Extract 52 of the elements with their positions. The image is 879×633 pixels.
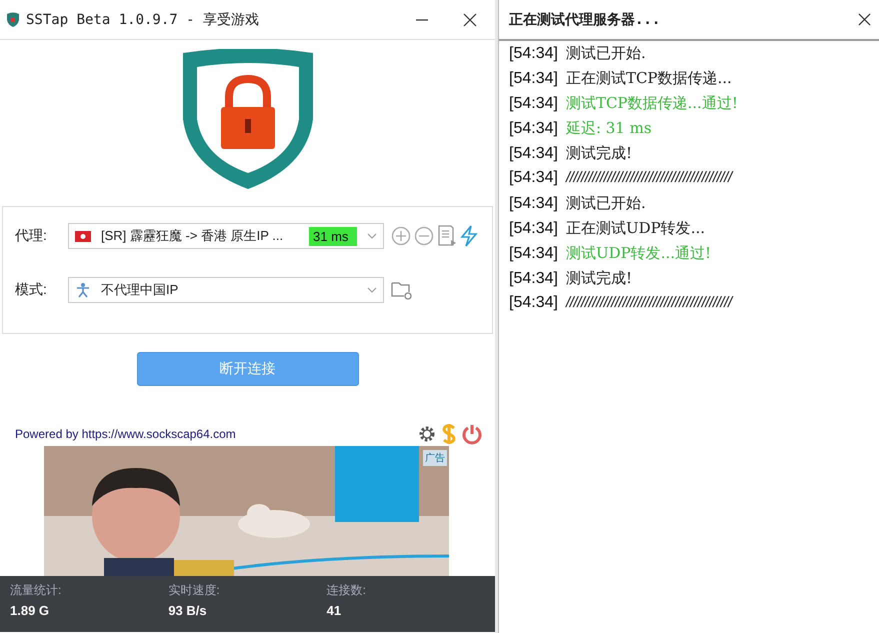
- log-message: 延迟: 31 ms: [566, 119, 652, 138]
- mode-dropdown[interactable]: 不代理中国IP: [68, 277, 384, 303]
- log-message: ////////////////////////////////////////////: [566, 169, 732, 186]
- log-message: 正在测试TCP数据传递...: [566, 69, 732, 88]
- power-icon[interactable]: [461, 423, 483, 445]
- window-title: SSTap Beta 1.0.9.7 - 享受游戏: [26, 10, 260, 28]
- stat-label: 连接数:: [326, 582, 367, 599]
- log-time: [54:34]: [509, 270, 558, 288]
- add-icon[interactable]: [391, 226, 411, 246]
- close-icon[interactable]: [463, 12, 477, 26]
- chevron-down-icon: [367, 233, 377, 239]
- proxy-dropdown[interactable]: [SR] 霹靂狂魔 -> 香港 原生IP ... 31 ms: [68, 223, 384, 249]
- log-time: [54:34]: [509, 245, 558, 263]
- chevron-down-icon: [367, 287, 377, 293]
- stat-value: 41: [326, 603, 342, 618]
- log-time: [54:34]: [509, 145, 558, 163]
- shield-icon: [6, 12, 20, 28]
- panel-title: 正在测试代理服务器...: [509, 10, 660, 28]
- document-icon[interactable]: [437, 225, 457, 247]
- mode-label: 模式:: [15, 281, 48, 299]
- log-message: 测试完成!: [566, 144, 632, 163]
- flag-icon: [75, 230, 91, 242]
- stat-label: 实时速度:: [168, 582, 221, 599]
- log-time: [54:34]: [509, 120, 558, 138]
- shield-lock-icon: [180, 49, 314, 191]
- log-time: [54:34]: [509, 70, 558, 88]
- gear-icon[interactable]: [417, 424, 437, 444]
- log-time: [54:34]: [509, 45, 558, 63]
- person-icon: [75, 282, 91, 298]
- log-message: 测试已开始.: [566, 44, 646, 63]
- log-message: 测试TCP数据传递...通过!: [566, 94, 738, 113]
- log-time: [54:34]: [509, 220, 558, 238]
- stat-value: 1.89 G: [10, 603, 50, 618]
- log-time: [54:34]: [509, 195, 558, 213]
- latency-badge: 31 ms: [309, 226, 357, 246]
- log-time: [54:34]: [509, 95, 558, 113]
- log-message: 测试UDP转发...通过!: [566, 244, 712, 263]
- proxy-label: 代理:: [15, 227, 48, 245]
- powered-by-link[interactable]: Powered by https://www.sockscap64.com: [15, 427, 417, 441]
- stat-value: 93 B/s: [168, 603, 208, 618]
- ad-badge: 广告: [423, 450, 447, 466]
- log-time: [54:34]: [509, 294, 558, 312]
- log-message: 测试已开始.: [566, 194, 646, 213]
- log-message: ////////////////////////////////////////////: [566, 294, 732, 311]
- remove-icon[interactable]: [414, 226, 434, 246]
- lightning-icon[interactable]: [460, 225, 478, 247]
- stat-label: 流量统计:: [10, 582, 62, 599]
- folder-settings-icon[interactable]: [391, 280, 413, 300]
- log-time: [54:34]: [509, 169, 558, 187]
- log-message: 测试完成!: [566, 269, 632, 288]
- close-icon[interactable]: [858, 13, 871, 26]
- log-message: 正在测试UDP转发...: [566, 219, 706, 238]
